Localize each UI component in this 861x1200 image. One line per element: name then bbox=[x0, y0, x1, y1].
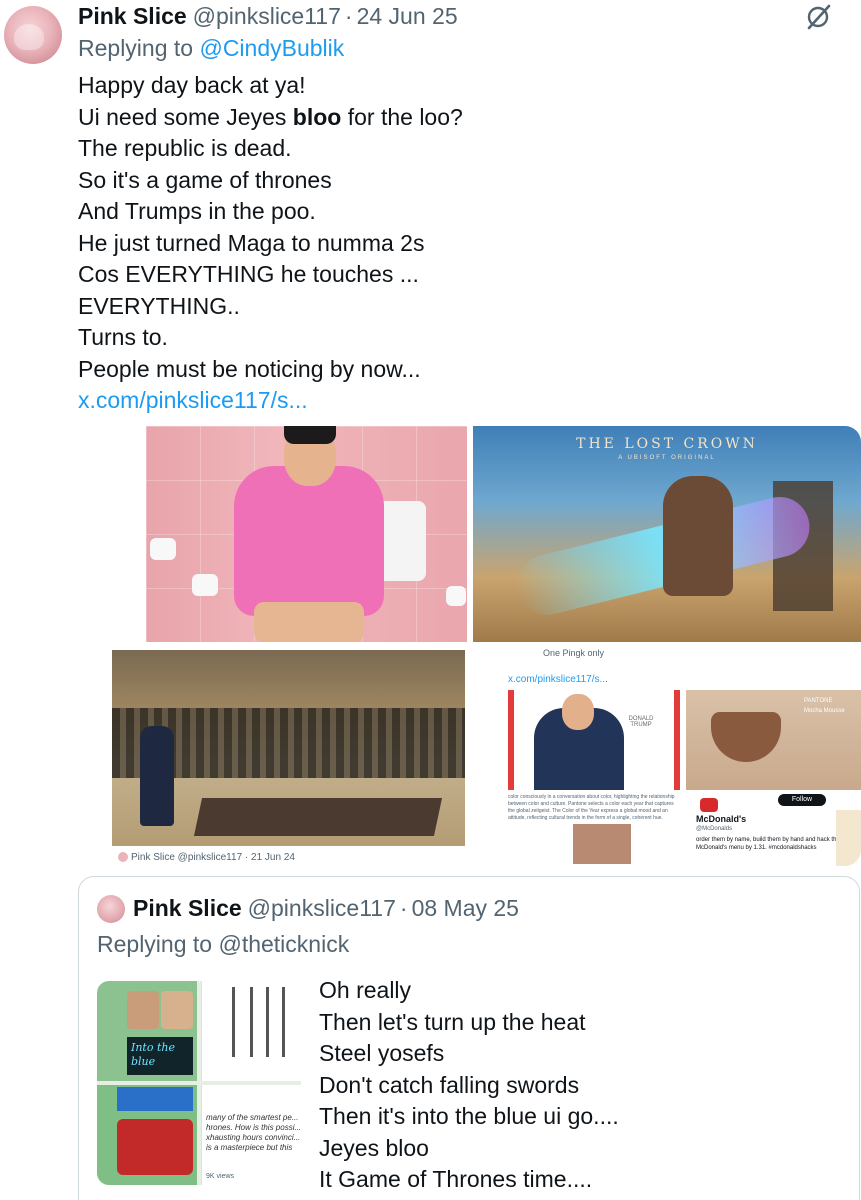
quote-line: Steel yosefs bbox=[319, 1040, 445, 1066]
post-header: Pink Slice @pinkslice117 · 24 Jun 25 bbox=[78, 2, 458, 30]
replying-to-link[interactable]: @CindyBublik bbox=[199, 35, 344, 61]
author-avatar[interactable] bbox=[4, 6, 62, 64]
quote-media-elmo bbox=[97, 1085, 197, 1185]
quote-replying-to-handle: @theticknick bbox=[218, 931, 350, 957]
game-subtitle: A UBISOFT ORIGINAL bbox=[618, 455, 716, 461]
tweet-line: Ui need some Jeyes bloo for the loo? bbox=[78, 103, 463, 130]
pantone-label: PANTONE bbox=[804, 698, 833, 704]
quote-line: It Game of Thrones time.... bbox=[319, 1166, 593, 1192]
quote-author-name: Pink Slice bbox=[133, 895, 242, 921]
quote-author-avatar bbox=[97, 895, 125, 923]
tweet-line: People must be noticing by now... bbox=[78, 355, 421, 382]
post-date[interactable]: 24 Jun 25 bbox=[357, 3, 458, 29]
follow-button: Follow bbox=[778, 794, 826, 806]
embedded-caption: Pink Slice @pinkslice117 · 21 Jun 24 bbox=[118, 852, 295, 863]
quote-media-collage[interactable]: Into the blue many of the smartest pe...… bbox=[97, 981, 301, 1185]
quote-line: Then let's turn up the heat bbox=[319, 1008, 586, 1035]
tweet-line: Cos EVERYTHING he touches ... bbox=[78, 261, 419, 287]
quote-line: Then it's into the blue ui go.... bbox=[319, 1103, 619, 1129]
mcdonalds-body: order them by name, build them by hand a… bbox=[696, 837, 840, 851]
quote-header: Pink Slice @pinkslice117 · 08 May 25 bbox=[133, 893, 519, 923]
quote-replying-to: Replying to @theticknick bbox=[97, 931, 350, 957]
quote-media-text: many of the smartest pe... hrones. How i… bbox=[201, 1085, 301, 1185]
thumb-views: 9K views bbox=[206, 1173, 235, 1180]
author-name[interactable]: Pink Slice bbox=[78, 3, 187, 29]
mcdonalds-card: Follow McDonald's @McDonalds order them … bbox=[686, 794, 861, 866]
pantone-card: PANTONE Mocha Mousse bbox=[686, 690, 861, 790]
mcdonalds-logo-icon bbox=[700, 798, 718, 812]
tweet-line: EVERYTHING.. bbox=[78, 292, 240, 319]
media-image-screenshot-collage[interactable]: One Pingk only x.com/pinkslice117/s... D… bbox=[473, 648, 861, 866]
magazine-title: DONALD TRUMP bbox=[628, 716, 654, 728]
quote-media-faces: Into the blue bbox=[97, 981, 197, 1081]
tweet-link[interactable]: x.com/pinkslice117/s... bbox=[78, 385, 838, 417]
collage-top-text: One Pingk only bbox=[543, 648, 605, 658]
pantone-color-name: Mocha Mousse bbox=[804, 708, 845, 714]
quote-date: 08 May 25 bbox=[411, 895, 519, 921]
color-swatch bbox=[573, 824, 631, 864]
separator: · bbox=[399, 895, 408, 921]
quote-media-swords bbox=[201, 981, 301, 1081]
quoted-tweet-card[interactable]: Pink Slice @pinkslice117 · 08 May 25 Replyi… bbox=[78, 876, 860, 1200]
media-image-lobby[interactable]: Pink Slice @pinkslice117 · 21 Jun 24 bbox=[78, 648, 467, 866]
mcdonalds-name: McDonald's bbox=[696, 814, 747, 824]
magazine-cover: DONALD TRUMP bbox=[508, 690, 680, 790]
tweet-line: He just turned Maga to numma 2s bbox=[78, 229, 425, 256]
caption-avatar bbox=[118, 852, 128, 863]
media-grid: THE LOST CROWN A UBISOFT ORIGINAL Pink S… bbox=[78, 426, 861, 866]
tweet-line: Happy day back at ya! bbox=[78, 72, 306, 98]
mcdonalds-handle: @McDonalds bbox=[696, 826, 733, 832]
tweet-line: And Trumps in the poo. bbox=[78, 198, 316, 224]
grok-slash-circle-icon[interactable] bbox=[803, 2, 833, 32]
replying-to: Replying to @CindyBublik bbox=[78, 34, 344, 62]
replying-prefix: Replying to bbox=[78, 35, 194, 61]
neon-sign: Into the blue bbox=[127, 1037, 193, 1075]
quote-line: Oh really bbox=[319, 977, 412, 1003]
quote-text: Oh really Then let's turn up the heat St… bbox=[319, 975, 619, 1196]
author-handle[interactable]: @pinkslice117 bbox=[193, 3, 341, 29]
tweet-line: The republic is dead. bbox=[78, 135, 292, 161]
quote-line: Jeyes bloo bbox=[319, 1134, 429, 1161]
tweet-line: So it's a game of thrones bbox=[78, 166, 332, 193]
thumb-text: many of the smartest pe... hrones. How i… bbox=[206, 1113, 301, 1152]
tweet-text: Happy day back at ya! Ui need some Jeyes… bbox=[78, 70, 838, 417]
media-image-game-art[interactable]: THE LOST CROWN A UBISOFT ORIGINAL bbox=[473, 426, 861, 642]
quote-author-handle: @pinkslice117 bbox=[247, 895, 396, 921]
collage-url: x.com/pinkslice117/s... bbox=[508, 674, 608, 685]
separator: · bbox=[344, 3, 353, 29]
media-image-pink-bathroom[interactable] bbox=[78, 426, 467, 642]
game-title: THE LOST CROWN bbox=[576, 436, 758, 452]
tweet-line: Turns to. bbox=[78, 324, 168, 350]
quote-line: Don't catch falling swords bbox=[319, 1071, 580, 1098]
